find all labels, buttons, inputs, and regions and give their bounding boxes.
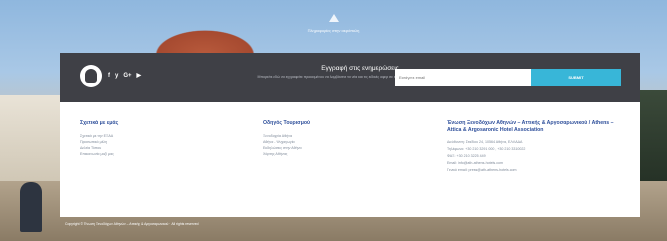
twitter-icon[interactable]: y — [115, 72, 118, 80]
copyright-bar: Copyright © Ένωση Ξενοδόχων Αθηνών – Αττ… — [65, 222, 199, 226]
tourism-heading: Οδηγός Τουρισμού — [263, 120, 311, 126]
association-column: Ένωση Ξενοδόχων Αθηνών – Αττικής & Αργοσ… — [447, 120, 627, 174]
social-links: f y G+ ▶ — [108, 72, 141, 80]
facebook-icon[interactable]: f — [108, 72, 110, 80]
top-notice[interactable]: Πληροφορίες στην ακρόπολη — [0, 14, 667, 33]
address-line: Διεύθυνση: Σταδίου 24, 10564 Αθήνα, ΕΛΛΑ… — [447, 140, 523, 144]
logo[interactable] — [80, 65, 102, 87]
footer-links-panel: Σχετικά με εμάς Σχετικά με την ΕΞΑΑ Προσ… — [60, 102, 640, 217]
building-left — [0, 95, 60, 185]
email-input[interactable] — [395, 69, 531, 86]
about-column: Σχετικά με εμάς Σχετικά με την ΕΞΑΑ Προσ… — [80, 120, 240, 157]
about-heading: Σχετικά με εμάς — [80, 120, 119, 126]
phone-line: Τηλέφωνο: +30 210 3291 000 , +30 210 331… — [447, 147, 526, 151]
contact-link[interactable]: Επικοινωνία μαζί μας — [80, 151, 240, 157]
warning-icon — [328, 14, 339, 22]
map-link[interactable]: Χάρτης Αθήνας — [263, 151, 423, 157]
fax-line: ΦΑΞ: +30 210 3225 449 — [447, 154, 486, 158]
youtube-icon[interactable]: ▶ — [137, 72, 142, 80]
email-line[interactable]: Email: info@ath-athens-hotels.com — [447, 160, 627, 167]
google-plus-icon[interactable]: G+ — [123, 72, 131, 80]
submit-button[interactable]: SUBMIT — [531, 69, 621, 86]
person-figure — [20, 182, 42, 232]
tourism-column: Οδηγός Τουρισμού Ξενοδοχεία Αθήνα Αθήνα … — [263, 120, 423, 157]
press-email-line[interactable]: Γενικό email: press@ath-athens-hotels.co… — [447, 167, 627, 174]
logo-head-icon — [85, 69, 97, 83]
subscribe-band: f y G+ ▶ Εγγραφή στις ενημερώσεις Μπορεί… — [60, 53, 640, 102]
top-notice-label: Πληροφορίες στην ακρόπολη — [307, 28, 360, 33]
association-heading: Ένωση Ξενοδόχων Αθηνών – Αττικής & Αργοσ… — [447, 120, 614, 133]
subscribe-description: Μπορείτε εδώ να εγγραφείτε προκειμένου ν… — [257, 75, 403, 79]
